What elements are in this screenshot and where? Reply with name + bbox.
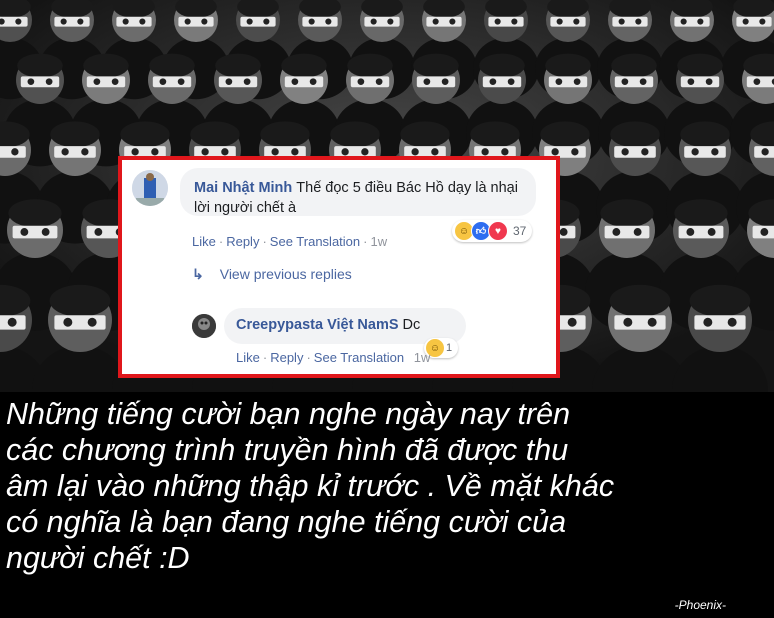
like-link[interactable]: Like [192,234,216,249]
reply-actions: Like · Reply · See Translation 1w [236,350,431,365]
view-previous-replies[interactable]: ↳ View previous replies [192,266,352,283]
reply-text: Dc [402,317,421,333]
comment-author[interactable]: Mai Nhật Minh [194,180,292,196]
caption-line: các chương trình truyền hình đã được thu [6,433,569,467]
timestamp[interactable]: 1w [370,234,387,249]
see-translation-link[interactable]: See Translation [314,350,404,365]
reply-link[interactable]: Reply [226,234,259,249]
caption-line: người chết :D [6,541,190,575]
caption-line: có nghĩa là bạn đang nghe tiếng cười của [6,505,567,539]
reaction-summary[interactable]: ☺ 👍︎ ♥ 37 [452,220,533,242]
reply-link[interactable]: Reply [270,350,303,365]
see-translation-link[interactable]: See Translation [270,234,360,249]
caption-line: âm lại vào những thập kỉ trước . Về mặt … [6,469,615,503]
timestamp[interactable]: 1w [414,350,431,365]
caption-text: Những tiếng cười bạn nghe ngày nay trên … [6,396,768,576]
signature: -Phoenix- [674,598,726,612]
love-icon: ♥ [488,221,508,241]
reply-reaction-count: 1 [446,342,453,354]
reply-author[interactable]: Creepypasta Việt NamS [236,317,399,333]
comment-actions: Like · Reply · See Translation · 1w [192,234,388,249]
like-link[interactable]: Like [236,350,260,365]
comment-card: Mai Nhật Minh Thế đọc 5 điều Bác Hồ dạy l… [118,156,560,378]
caption-line: Những tiếng cười bạn nghe ngày nay trên [6,397,571,431]
reply-avatar[interactable] [192,314,216,338]
commenter-avatar[interactable] [132,170,168,206]
comment-bubble: Mai Nhật Minh Thế đọc 5 điều Bác Hồ dạy l… [180,168,536,216]
reply-arrow-icon: ↳ [192,266,204,282]
reaction-count: 37 [513,224,527,238]
